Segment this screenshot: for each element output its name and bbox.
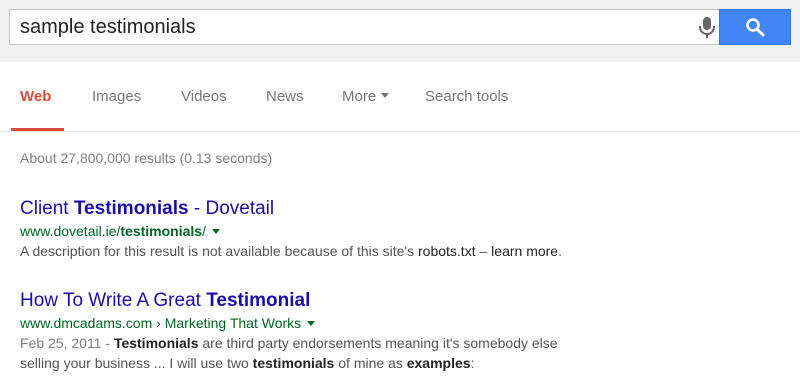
tab-videos[interactable]: Videos	[181, 88, 227, 105]
snippet-text: are third party endorsements meaning it'…	[198, 335, 558, 351]
tab-more-label: More	[342, 88, 377, 105]
snippet-highlight: Testimonials	[113, 335, 199, 351]
title-text: - Dovetail	[188, 198, 275, 219]
result-stats: About 27,800,000 results (0.13 seconds)	[20, 150, 273, 166]
search-tabs: Web Images Videos News More Search tools	[0, 62, 800, 132]
tab-search-tools[interactable]: Search tools	[425, 88, 508, 105]
url-text: Marketing That Works	[164, 315, 302, 331]
snippet-line: selling your business ... I will use two…	[20, 353, 780, 373]
result-title-link[interactable]: Client Testimonials - Dovetail	[20, 197, 780, 220]
snippet-text: .	[558, 243, 562, 259]
result-snippet: A description for this result is not ava…	[20, 241, 780, 261]
tab-web[interactable]: Web	[20, 88, 51, 105]
title-highlight: Testimonial	[206, 290, 311, 311]
search-box	[9, 9, 719, 45]
snippet-text: :	[470, 355, 475, 371]
tab-images[interactable]: Images	[92, 88, 141, 105]
result-url: www.dovetail.ie/testimonials/	[20, 222, 780, 240]
search-icon	[746, 18, 765, 37]
active-tab-indicator	[11, 128, 64, 131]
url-text: www.dmcadams.com	[20, 315, 153, 331]
title-text: Client	[20, 198, 74, 219]
snippet-text: of mine as	[334, 355, 407, 371]
search-result: Client Testimonials - Dovetail www.dovet…	[20, 197, 780, 261]
learn-more-link[interactable]: learn more	[491, 243, 558, 259]
result-url: www.dmcadams.com › Marketing That Works	[20, 314, 780, 332]
snippet-text: –	[475, 243, 492, 259]
snippet-text: selling your business ... I will use two	[20, 355, 253, 371]
search-button[interactable]	[719, 9, 791, 45]
robots-txt-link[interactable]: robots.txt	[418, 243, 476, 259]
url-highlight: testimonials	[120, 223, 203, 239]
result-date: Feb 25, 2011	[20, 335, 102, 351]
title-text: How To Write A Great	[20, 290, 207, 311]
search-result: How To Write A Great Testimonial www.dmc…	[20, 289, 780, 373]
breadcrumb-separator: ›	[152, 315, 165, 331]
url-text: /	[202, 223, 206, 239]
date-separator: -	[101, 335, 114, 351]
snippet-highlight: testimonials	[252, 355, 335, 371]
search-input[interactable]	[20, 10, 660, 44]
result-title-link[interactable]: How To Write A Great Testimonial	[20, 289, 780, 312]
tab-more[interactable]: More	[342, 88, 390, 105]
url-dropdown-icon[interactable]	[307, 320, 316, 326]
title-highlight: Testimonials	[73, 198, 189, 219]
result-snippet: Feb 25, 2011 - Testimonials are third pa…	[20, 333, 780, 373]
snippet-text: A description for this result is not ava…	[20, 243, 418, 259]
search-header	[0, 0, 800, 62]
snippet-line: Feb 25, 2011 - Testimonials are third pa…	[20, 333, 780, 353]
tab-news[interactable]: News	[266, 88, 304, 105]
microphone-icon[interactable]	[696, 16, 718, 40]
snippet-highlight: examples	[406, 355, 471, 371]
url-text: www.dovetail.ie/	[20, 223, 121, 239]
url-dropdown-icon[interactable]	[211, 228, 220, 234]
chevron-down-icon	[381, 92, 390, 98]
